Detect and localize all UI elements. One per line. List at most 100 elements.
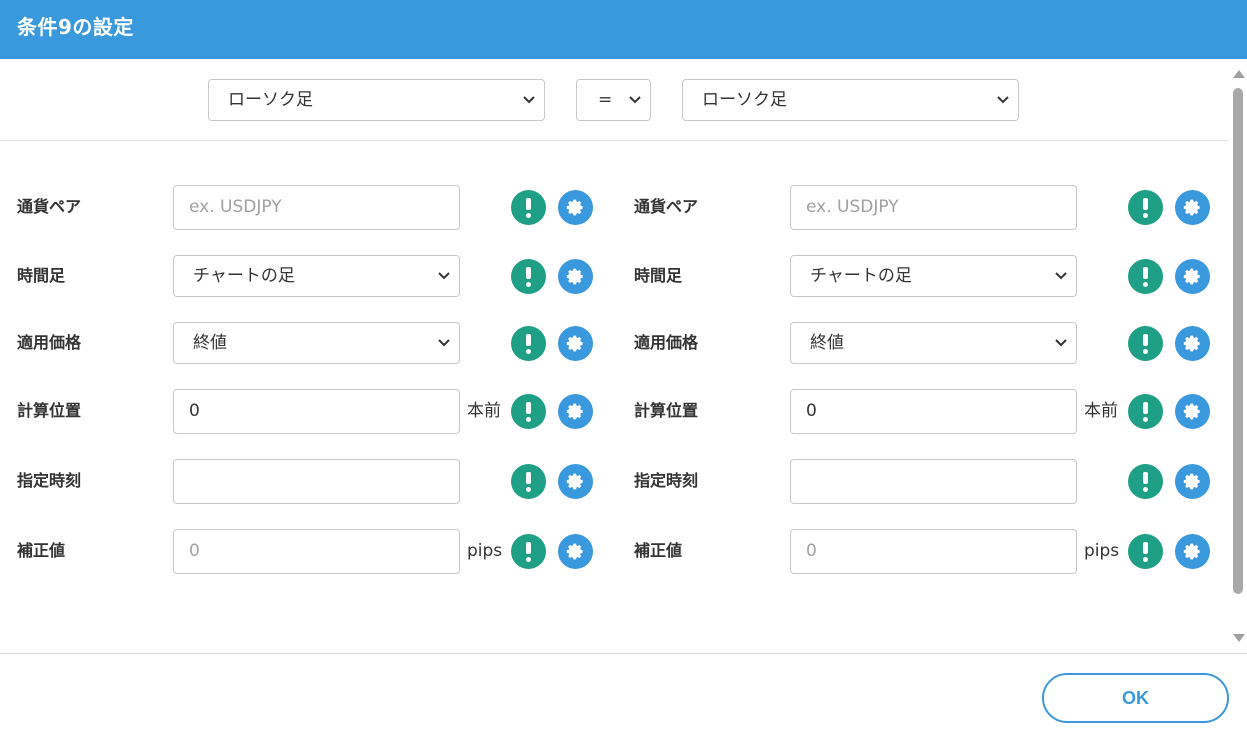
chevron-down-icon	[997, 96, 1009, 104]
left-time-settings-button[interactable]	[558, 464, 593, 499]
exclamation-dot	[526, 349, 531, 354]
left-time-input[interactable]	[173, 459, 460, 504]
right-offset-info-button[interactable]	[1128, 534, 1163, 569]
right-offset-settings-button[interactable]	[1175, 534, 1210, 569]
right-offset-input[interactable]: 0	[790, 529, 1077, 574]
exclamation-icon	[526, 402, 531, 414]
left-price-settings-button[interactable]	[558, 326, 593, 361]
gear-icon	[1183, 335, 1200, 352]
exclamation-dot	[1143, 557, 1148, 562]
left-offset-input[interactable]: 0	[173, 529, 460, 574]
exclamation-icon	[1143, 267, 1148, 279]
left-offset-settings-button[interactable]	[558, 534, 593, 569]
gear-icon	[1183, 268, 1200, 285]
left-position-input[interactable]: 0	[173, 389, 460, 434]
footer-divider	[0, 653, 1247, 654]
right-indicator-value: ローソク足	[702, 90, 787, 110]
scroll-down-arrow-icon[interactable]	[1233, 634, 1245, 642]
exclamation-icon	[1143, 542, 1148, 554]
chevron-down-icon	[438, 339, 450, 347]
right-price-select[interactable]: 終値	[790, 322, 1077, 364]
left-timeframe-label: 時間足	[17, 266, 66, 285]
exclamation-dot	[1143, 417, 1148, 422]
right-price-settings-button[interactable]	[1175, 326, 1210, 361]
left-timeframe-settings-button[interactable]	[558, 259, 593, 294]
left-price-select[interactable]: 終値	[173, 322, 460, 364]
exclamation-icon	[1143, 472, 1148, 484]
exclamation-dot	[526, 417, 531, 422]
left-indicator-value: ローソク足	[228, 90, 313, 110]
exclamation-icon	[1143, 198, 1148, 210]
dialog-body: ローソク足 = ローソク足 通貨ペア ex. USDJPY 時間足 チャートの足…	[0, 59, 1229, 653]
right-position-info-button[interactable]	[1128, 394, 1163, 429]
scroll-up-arrow-icon[interactable]	[1233, 70, 1245, 78]
left-pair-settings-button[interactable]	[558, 190, 593, 225]
exclamation-icon	[526, 542, 531, 554]
chevron-down-icon	[1055, 339, 1067, 347]
gear-icon	[1183, 199, 1200, 216]
left-timeframe-select[interactable]: チャートの足	[173, 255, 460, 297]
left-pair-info-button[interactable]	[511, 190, 546, 225]
exclamation-icon	[526, 472, 531, 484]
gear-icon	[1183, 403, 1200, 420]
exclamation-icon	[1143, 402, 1148, 414]
right-time-settings-button[interactable]	[1175, 464, 1210, 499]
right-pair-settings-button[interactable]	[1175, 190, 1210, 225]
right-position-settings-button[interactable]	[1175, 394, 1210, 429]
exclamation-icon	[526, 267, 531, 279]
left-position-settings-button[interactable]	[558, 394, 593, 429]
exclamation-dot	[526, 487, 531, 492]
exclamation-dot	[526, 282, 531, 287]
right-pair-info-button[interactable]	[1128, 190, 1163, 225]
dialog-header: 条件9の設定	[0, 0, 1247, 59]
left-indicator-select[interactable]: ローソク足	[208, 79, 545, 121]
exclamation-dot	[1143, 282, 1148, 287]
left-time-info-button[interactable]	[511, 464, 546, 499]
gear-icon	[1183, 473, 1200, 490]
right-timeframe-info-button[interactable]	[1128, 259, 1163, 294]
right-price-label: 適用価格	[634, 333, 699, 352]
scrollbar-thumb[interactable]	[1233, 88, 1243, 594]
right-price-info-button[interactable]	[1128, 326, 1163, 361]
right-pair-input[interactable]: ex. USDJPY	[790, 185, 1077, 230]
right-time-input[interactable]	[790, 459, 1077, 504]
gear-icon	[566, 403, 583, 420]
exclamation-dot	[1143, 213, 1148, 218]
right-timeframe-settings-button[interactable]	[1175, 259, 1210, 294]
gear-icon	[566, 543, 583, 560]
divider	[0, 140, 1229, 141]
left-position-label: 計算位置	[17, 401, 82, 420]
gear-icon	[1183, 543, 1200, 560]
gear-icon	[566, 473, 583, 490]
exclamation-dot	[1143, 349, 1148, 354]
dialog-title: 条件9の設定	[17, 15, 134, 39]
gear-icon	[566, 268, 583, 285]
left-price-label: 適用価格	[17, 333, 82, 352]
left-position-unit: 本前	[467, 401, 501, 421]
left-pair-label: 通貨ペア	[17, 197, 82, 216]
right-time-info-button[interactable]	[1128, 464, 1163, 499]
operator-select[interactable]: =	[576, 79, 651, 121]
left-position-info-button[interactable]	[511, 394, 546, 429]
right-indicator-select[interactable]: ローソク足	[682, 79, 1019, 121]
left-pair-input[interactable]: ex. USDJPY	[173, 185, 460, 230]
right-offset-unit: pips	[1084, 541, 1120, 561]
right-time-label: 指定時刻	[634, 471, 699, 490]
left-price-value: 終値	[193, 333, 227, 353]
ok-button[interactable]: OK	[1042, 673, 1229, 723]
left-timeframe-info-button[interactable]	[511, 259, 546, 294]
left-time-label: 指定時刻	[17, 471, 82, 490]
vertical-scrollbar[interactable]	[1229, 59, 1247, 653]
right-timeframe-select[interactable]: チャートの足	[790, 255, 1077, 297]
chevron-down-icon	[523, 96, 535, 104]
left-offset-label: 補正値	[17, 541, 66, 560]
left-offset-info-button[interactable]	[511, 534, 546, 569]
right-position-input[interactable]: 0	[790, 389, 1077, 434]
right-offset-label: 補正値	[634, 541, 683, 560]
chevron-down-icon	[1055, 272, 1067, 280]
exclamation-icon	[526, 334, 531, 346]
exclamation-dot	[1143, 487, 1148, 492]
exclamation-dot	[526, 213, 531, 218]
left-price-info-button[interactable]	[511, 326, 546, 361]
right-position-label: 計算位置	[634, 401, 699, 420]
